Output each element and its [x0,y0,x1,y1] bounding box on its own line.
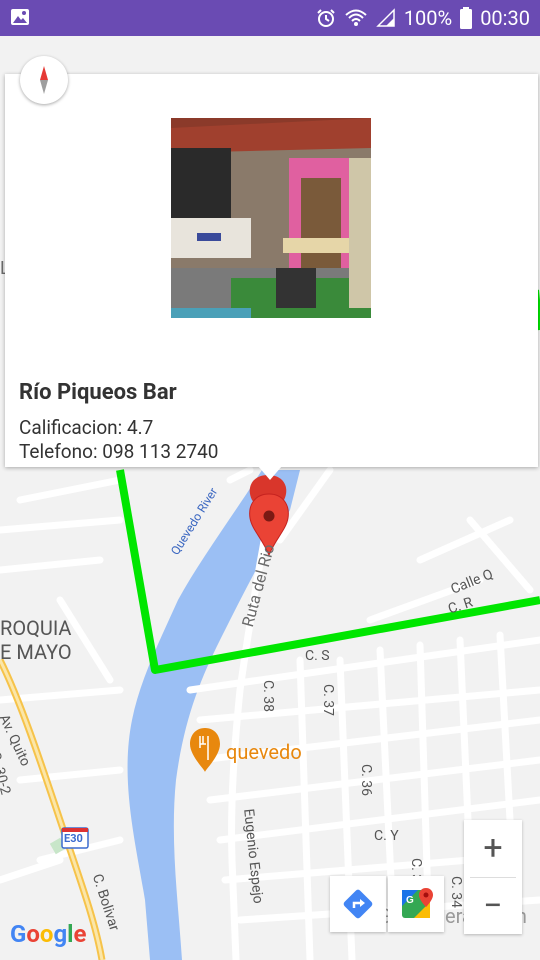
battery-icon [460,7,473,29]
clock-time: 00:30 [480,6,530,30]
battery-percent: 100% [403,6,453,30]
directions-icon [343,889,373,919]
street-label-c-38: C. 38 [260,680,276,713]
area-label-line1: ROQUIA [0,616,72,640]
status-bar: 100% 00:30 [0,0,540,36]
street-label-c-y: C. Y [374,828,399,844]
image-notification-icon [11,9,29,25]
google-maps-icon: G [402,888,433,918]
wifi-icon [345,9,367,26]
place-title: Río Piqueos Bar [19,380,177,405]
compass-icon [40,66,48,94]
area-label-line2: E MAYO [0,640,72,664]
google-logo-letter: e [73,920,87,948]
marker-info-window[interactable]: Río Piqueos Bar Calificacion: 4.7 Telefo… [5,74,538,467]
svg-text:G: G [406,895,414,906]
info-window-pointer [258,466,282,480]
street-label-c-s: C. S [305,648,330,664]
place-phone: Telefono: 098 113 2740 [19,440,219,463]
street-label-c-36: C. 36 [358,764,374,797]
place-label-quevedo[interactable]: quevedo [226,740,302,764]
google-logo-letter: o [39,920,54,948]
google-logo-letter: o [26,920,40,948]
google-logo: Google [10,920,87,948]
zoom-in-button[interactable]: + [464,820,522,876]
google-logo-letter: g [53,920,68,948]
google-logo-letter: G [10,920,27,948]
street-label-c-37: C. 37 [320,684,336,717]
bar-photo [171,118,371,318]
signal-icon [376,8,395,27]
e30-label: E30 [64,832,83,845]
place-rating: Calificacion: 4.7 [19,416,154,439]
compass-button[interactable] [20,56,68,104]
directions-button[interactable] [330,876,386,932]
zoom-out-button[interactable]: − [464,878,522,934]
zoom-controls: + − [464,820,522,934]
open-in-maps-button[interactable]: G [388,876,444,932]
alarm-icon [317,9,335,27]
